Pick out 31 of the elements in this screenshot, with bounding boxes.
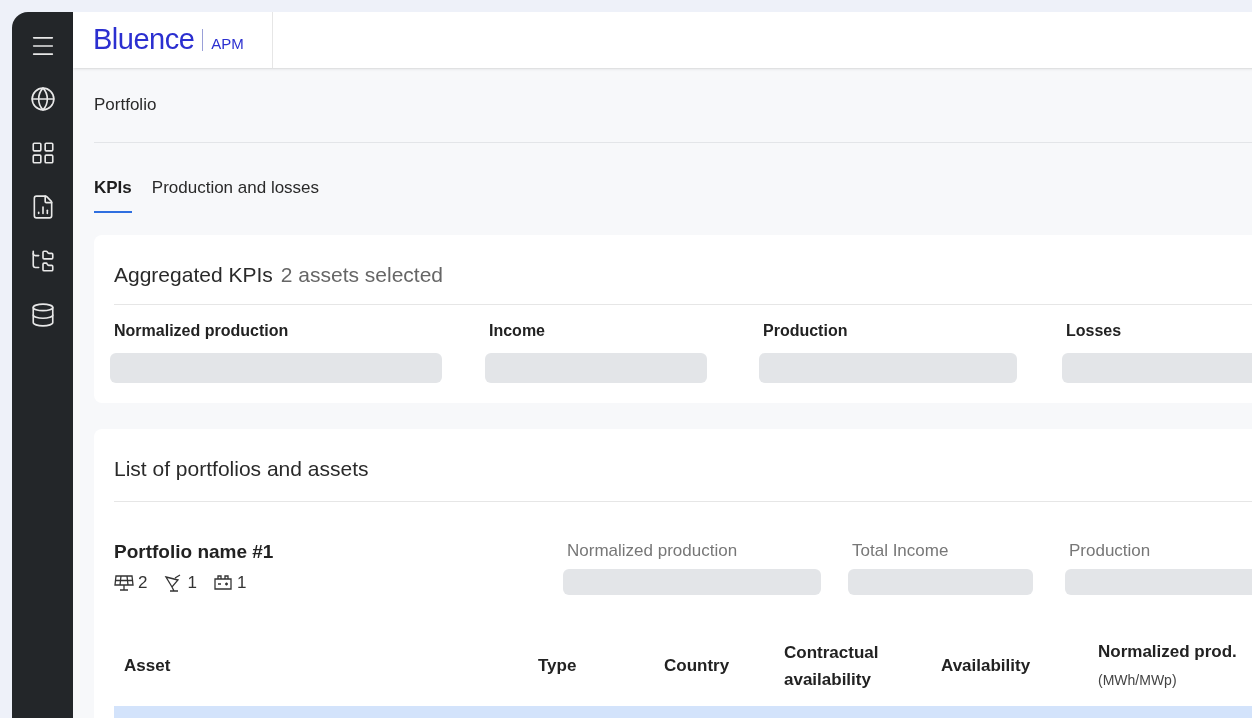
column-header: Country xyxy=(664,655,731,677)
metric-label: Production xyxy=(1068,539,1152,562)
card-subtitle: 2 assets selected xyxy=(280,261,444,288)
asset-count: 2 xyxy=(138,572,148,594)
metric-label: Normalized production xyxy=(566,539,739,562)
grid-icon[interactable] xyxy=(29,140,56,164)
logo: Bluence xyxy=(93,22,195,58)
metric-label: Total Income xyxy=(851,539,950,562)
portfolio-name: Portfolio name #1 xyxy=(114,539,275,564)
column-header: Contractual availability xyxy=(784,641,880,691)
kpi-label: Income xyxy=(489,321,546,341)
tab[interactable]: Production and losses xyxy=(151,175,320,213)
asset-count: 1 xyxy=(236,572,247,594)
card-title: List of portfolios and assets xyxy=(114,457,369,480)
folder-tree-icon[interactable] xyxy=(29,248,56,272)
tab[interactable]: KPIs xyxy=(94,175,132,213)
kpi-label: Losses xyxy=(1066,321,1123,341)
card-title: Aggregated KPIs xyxy=(114,261,273,288)
column-header: Asset xyxy=(124,655,172,677)
kpi-label: Production xyxy=(763,321,849,341)
page-title: Portfolio xyxy=(94,94,157,117)
solar-panel-icon xyxy=(114,573,134,592)
asset-count: 1 xyxy=(187,572,197,594)
database-icon[interactable] xyxy=(29,302,56,326)
globe-icon[interactable] xyxy=(29,86,56,110)
battery-icon xyxy=(212,573,233,592)
kpi-label: Normalized production xyxy=(114,321,290,341)
column-header: Availability xyxy=(941,655,1032,677)
column-header: Normalized prod. (MWh/MWp) xyxy=(1098,640,1238,690)
product-name: APM xyxy=(211,33,244,54)
column-header: Type xyxy=(538,655,578,677)
